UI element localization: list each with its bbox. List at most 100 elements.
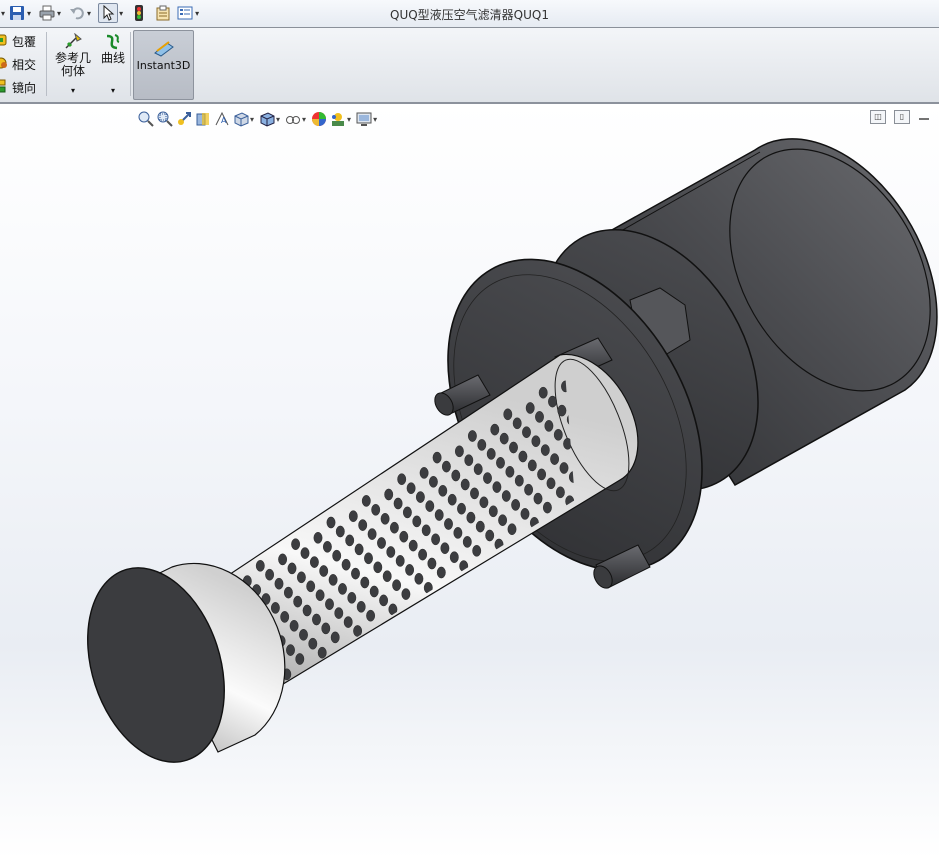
- perforation-hole: [464, 454, 474, 467]
- perforation-hole: [522, 426, 531, 439]
- perforation-hole: [321, 622, 331, 635]
- perforation-hole: [441, 460, 451, 473]
- perforation-hole: [501, 490, 511, 502]
- perforation-hole: [354, 543, 364, 556]
- graphics-area[interactable]: A ▾ ▾ ▾ ▾ ▾ ◫ ▯: [0, 104, 939, 858]
- perforation-hole: [419, 467, 429, 479]
- perforation-hole: [335, 525, 345, 538]
- perforation-hole: [402, 506, 412, 519]
- perforation-hole: [356, 601, 366, 613]
- perforation-hole: [544, 420, 554, 432]
- perforation-hole: [531, 435, 541, 448]
- perforation-hole: [326, 516, 336, 529]
- perforation-hole: [431, 533, 440, 546]
- perforation-hole: [338, 583, 347, 595]
- perforation-hole: [408, 539, 418, 552]
- perforation-hole: [379, 594, 388, 607]
- perforation-hole: [507, 523, 517, 536]
- perforation-hole: [440, 542, 450, 555]
- perforation-hole: [343, 616, 353, 628]
- perforation-hole: [371, 503, 381, 516]
- perforation-hole: [548, 395, 557, 408]
- filter-3d-model[interactable]: [0, 104, 939, 858]
- intersect-button[interactable]: 相交: [0, 56, 36, 73]
- perforation-hole: [389, 521, 399, 534]
- perforation-hole: [369, 585, 379, 598]
- perforation-hole: [492, 481, 502, 493]
- perforation-hole: [295, 653, 305, 665]
- perforation-hole: [289, 620, 299, 632]
- perforation-hole: [509, 441, 518, 454]
- perforation-hole: [345, 534, 355, 547]
- perforation-hole: [334, 607, 344, 619]
- perforation-hole: [414, 573, 424, 585]
- perforation-hole: [367, 528, 377, 540]
- ribbon-separator: [130, 32, 131, 96]
- perforation-hole: [287, 562, 297, 575]
- perforation-hole: [460, 478, 470, 491]
- perforation-hole: [546, 477, 556, 490]
- perforation-hole: [512, 417, 522, 430]
- perforation-hole: [556, 486, 565, 499]
- ribbon-separator: [46, 32, 47, 96]
- perforation-hole: [511, 499, 520, 511]
- perforation-hole: [467, 430, 477, 442]
- perforation-hole: [296, 571, 306, 584]
- perforation-hole: [485, 529, 495, 542]
- perforation-hole: [309, 556, 319, 568]
- perforation-hole: [477, 439, 487, 451]
- perforation-hole: [499, 432, 509, 445]
- perforation-hole: [380, 513, 390, 525]
- perforation-hole: [537, 468, 546, 481]
- perforation-hole: [514, 474, 524, 487]
- perforation-hole: [454, 445, 464, 458]
- perforation-hole: [406, 482, 416, 495]
- perforation-hole: [286, 644, 295, 656]
- perforation-hole: [418, 548, 427, 561]
- perforation-hole: [428, 475, 438, 488]
- perforation-hole: [472, 545, 482, 557]
- perforation-hole: [360, 576, 370, 589]
- perforation-hole: [475, 520, 485, 533]
- perforation-hole: [444, 518, 453, 530]
- title-bar: ▾ ▾ ▾ ▾ ▾ ▾ QUQ型液压空气滤清器QUQ1: [0, 0, 939, 28]
- perforation-hole: [527, 459, 537, 472]
- perforation-hole: [550, 453, 559, 465]
- perforation-hole: [473, 463, 483, 476]
- perforation-hole: [498, 514, 507, 527]
- instant3d-button[interactable]: Instant3D: [133, 30, 194, 100]
- perforation-hole: [270, 602, 280, 614]
- intersect-icon: [0, 56, 8, 73]
- perforation-hole: [457, 502, 466, 515]
- perforation-hole: [322, 541, 332, 553]
- perforation-hole: [283, 586, 293, 599]
- perforation-hole: [308, 637, 318, 650]
- perforation-hole: [438, 484, 448, 497]
- perforation-hole: [315, 589, 325, 602]
- perforation-hole: [319, 565, 329, 577]
- curves-button[interactable]: 曲线 ▾: [98, 33, 128, 97]
- perforation-hole: [540, 444, 550, 456]
- perforation-hole: [421, 524, 431, 537]
- perforation-hole: [265, 568, 274, 581]
- curves-icon: [98, 33, 128, 52]
- mirror-button[interactable]: 镜向: [0, 79, 36, 96]
- perforation-hole: [293, 595, 303, 608]
- perforation-hole: [503, 408, 513, 421]
- instant3d-icon: [134, 39, 193, 59]
- perforation-hole: [453, 527, 463, 539]
- perforation-hole: [377, 537, 386, 549]
- perforation-hole: [451, 469, 461, 482]
- perforation-hole: [520, 508, 530, 520]
- perforation-hole: [479, 496, 489, 509]
- perforation-hole: [325, 598, 334, 611]
- perforation-hole: [415, 491, 425, 503]
- chevron-down-icon[interactable]: ▾: [98, 84, 128, 97]
- chevron-down-icon[interactable]: ▾: [53, 84, 93, 97]
- perforation-hole: [496, 456, 505, 469]
- perforation-hole: [559, 462, 569, 474]
- perforation-hole: [543, 501, 552, 514]
- wrap-button[interactable]: 包覆: [0, 33, 36, 50]
- reference-geometry-button[interactable]: 参考几 何体 ▾: [53, 32, 93, 97]
- perforation-hole: [366, 609, 375, 622]
